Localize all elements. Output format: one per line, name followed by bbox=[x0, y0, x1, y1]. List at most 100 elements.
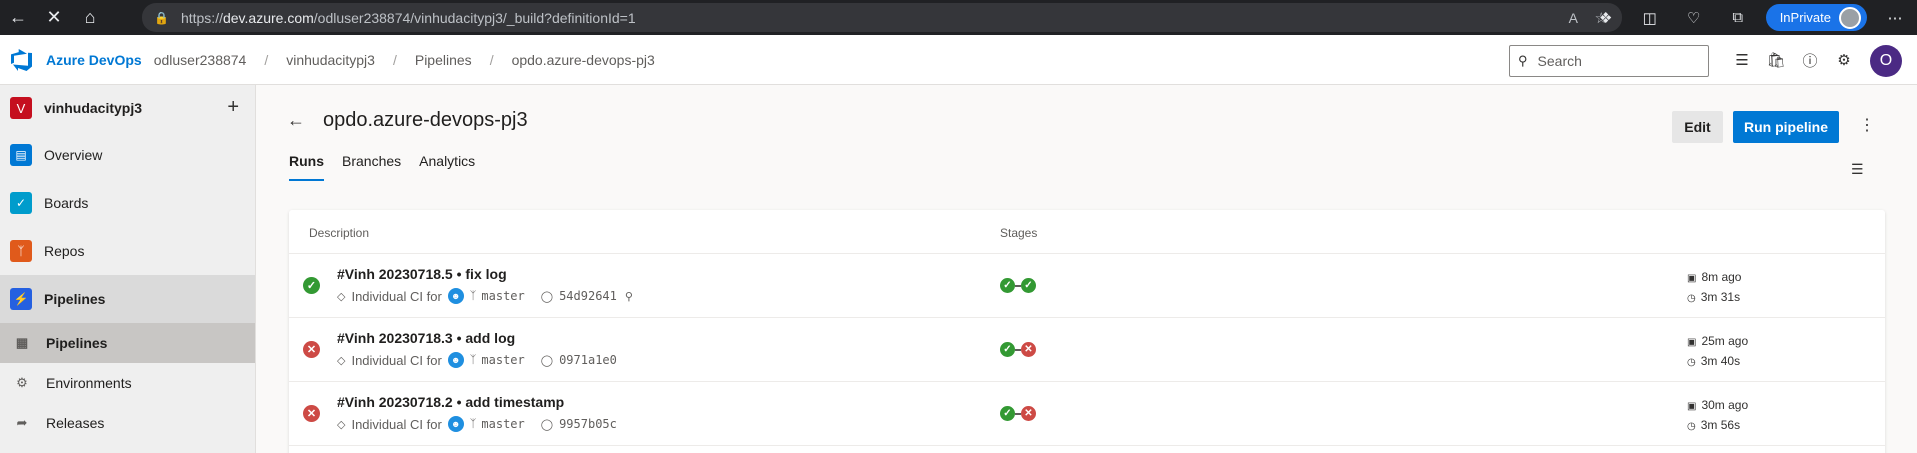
branch-icon: ᛉ bbox=[469, 290, 477, 302]
sidebar-item-repos[interactable]: ᛉ Repos bbox=[0, 227, 255, 275]
page-title: opdo.azure-devops-pj3 bbox=[323, 109, 528, 131]
stages-indicator[interactable]: ✓ ✕ bbox=[1000, 406, 1036, 421]
extensions-icon[interactable]: ❖ bbox=[1584, 0, 1628, 35]
azure-devops-logo-icon[interactable] bbox=[10, 48, 34, 72]
sidebar-item-label: Environments bbox=[46, 375, 132, 391]
lock-icon: 🔒 bbox=[154, 10, 169, 25]
filter-icon[interactable]: ☰ bbox=[1851, 161, 1864, 178]
breadcrumb-pipelines[interactable]: Pipelines bbox=[415, 52, 472, 68]
read-aloud-icon[interactable]: A bbox=[1569, 10, 1578, 26]
profile-avatar bbox=[1839, 6, 1861, 29]
environments-icon: ⚙ bbox=[16, 375, 28, 390]
calendar-icon: ▣ bbox=[1687, 401, 1697, 412]
main-content: ← opdo.azure-devops-pj3 Edit Run pipelin… bbox=[257, 85, 1917, 453]
help-icon[interactable]: ⓘ bbox=[1793, 50, 1827, 71]
sidebar-item-boards[interactable]: ✓ Boards bbox=[0, 179, 255, 227]
commit-hash[interactable]: 54d92641 bbox=[559, 289, 617, 303]
commit-hash[interactable]: 0971a1e0 bbox=[559, 353, 617, 367]
run-title[interactable]: #Vinh 20230718.3 • add log bbox=[337, 330, 515, 346]
clock-icon: ◷ bbox=[1687, 293, 1696, 304]
url-text: https://dev.azure.com/odluser238874/vinh… bbox=[180, 9, 636, 26]
top-header: Azure DevOps odluser238874 / vinhudacity… bbox=[0, 35, 1917, 85]
repos-icon: ᛉ bbox=[10, 240, 32, 262]
run-title[interactable]: #Vinh 20230718.2 • add timestamp bbox=[337, 394, 564, 410]
stage-failed-icon: ✕ bbox=[1021, 406, 1036, 421]
breadcrumb-org[interactable]: odluser238874 bbox=[154, 52, 247, 68]
work-items-icon[interactable]: ☰ bbox=[1725, 51, 1759, 69]
sidebar-subitem-environments[interactable]: ⚙ Environments bbox=[0, 363, 255, 403]
table-row[interactable]: ✓ #Vinh 20230718.5 • fix log ◇ Individua… bbox=[289, 254, 1885, 318]
calendar-icon: ▣ bbox=[1687, 273, 1697, 284]
sidebar-subitem-releases[interactable]: ➦ Releases bbox=[0, 403, 255, 443]
breadcrumb-pipeline[interactable]: opdo.azure-devops-pj3 bbox=[512, 52, 655, 68]
clock-icon: ◷ bbox=[1687, 357, 1696, 368]
trigger-icon: ◇ bbox=[337, 290, 346, 303]
trigger-icon: ◇ bbox=[337, 418, 346, 431]
sidebar-item-label: Repos bbox=[44, 243, 85, 259]
breadcrumb-project[interactable]: vinhudacitypj3 bbox=[286, 52, 375, 68]
branch-name: master bbox=[481, 289, 525, 303]
search-input[interactable]: ⚲ Search bbox=[1509, 45, 1709, 77]
pipelines-icon: ⚡ bbox=[10, 288, 32, 310]
add-icon[interactable]: + bbox=[227, 96, 239, 119]
stage-succeeded-icon: ✓ bbox=[1000, 278, 1015, 293]
run-pipeline-button[interactable]: Run pipeline bbox=[1733, 111, 1839, 143]
run-duration: 3m 56s bbox=[1700, 418, 1741, 432]
tab-branches[interactable]: Branches bbox=[342, 153, 401, 181]
sidebar-item-label: Overview bbox=[44, 147, 103, 163]
run-ago: 25m ago bbox=[1701, 334, 1749, 348]
branch-icon: ᛉ bbox=[469, 354, 477, 366]
trigger-user-avatar: ☻ bbox=[447, 352, 464, 368]
column-header-stages: Stages bbox=[1000, 226, 1038, 240]
stop-loading-icon[interactable]: ✕ bbox=[36, 0, 72, 35]
marketplace-icon[interactable]: 🛍 bbox=[1759, 51, 1793, 69]
edit-button[interactable]: Edit bbox=[1672, 111, 1723, 143]
sidebar-item-pipelines[interactable]: ⚡ Pipelines bbox=[0, 275, 255, 323]
trigger-user-avatar: ☻ bbox=[447, 288, 464, 304]
branch-icon: ᛉ bbox=[469, 418, 477, 430]
tab-analytics[interactable]: Analytics bbox=[419, 153, 475, 181]
run-times: ▣ 8m ago ◷ 3m 31s bbox=[1687, 268, 1741, 308]
stages-indicator[interactable]: ✓ ✕ bbox=[1000, 342, 1036, 357]
sidebar-subitem-pipelines[interactable]: ▦ Pipelines bbox=[0, 323, 255, 363]
commit-hash[interactable]: 9957b05c bbox=[559, 417, 617, 431]
table-row[interactable]: ✕ #Vinh 20230718.3 • add log ◇ Individua… bbox=[289, 318, 1885, 382]
stage-succeeded-icon: ✓ bbox=[1021, 278, 1036, 293]
failed-icon: ✕ bbox=[303, 341, 320, 358]
browser-essentials-icon[interactable]: ♡ bbox=[1672, 0, 1716, 35]
stages-indicator[interactable]: ✓ ✓ bbox=[1000, 278, 1036, 293]
user-avatar[interactable]: O bbox=[1870, 45, 1902, 77]
search-icon: ⚲ bbox=[1518, 53, 1528, 68]
releases-icon: ➦ bbox=[16, 415, 28, 430]
succeeded-icon: ✓ bbox=[303, 277, 320, 294]
more-actions-icon[interactable]: ⋮ bbox=[1859, 115, 1875, 135]
sidebar-item-label: Pipelines bbox=[46, 335, 108, 351]
run-duration: 3m 40s bbox=[1700, 354, 1741, 368]
project-header[interactable]: V vinhudacitypj3 + bbox=[0, 85, 255, 131]
collections-icon[interactable]: ⧉ bbox=[1716, 0, 1760, 35]
sidebar-item-label: Boards bbox=[44, 195, 89, 211]
runs-table: Description Stages ✓ #Vinh 20230718.5 • … bbox=[289, 210, 1885, 453]
sidebar-item-overview[interactable]: ▤ Overview bbox=[0, 131, 255, 179]
sidebar-item-label: Pipelines bbox=[44, 291, 106, 307]
address-bar[interactable]: 🔒 https://dev.azure.com/odluser238874/vi… bbox=[142, 3, 1622, 32]
split-screen-icon[interactable]: ◫ bbox=[1628, 0, 1672, 35]
column-header-description: Description bbox=[309, 226, 370, 240]
sidebar-item-label: Releases bbox=[46, 415, 105, 431]
tab-bar: Runs Branches Analytics bbox=[289, 153, 475, 181]
trigger-user-avatar: ☻ bbox=[447, 416, 464, 432]
tab-runs[interactable]: Runs bbox=[289, 153, 324, 181]
overview-icon: ▤ bbox=[10, 144, 32, 166]
run-times: ▣ 25m ago ◷ 3m 40s bbox=[1687, 332, 1748, 372]
user-settings-icon[interactable]: ⚙ bbox=[1827, 51, 1861, 69]
table-row[interactable]: ✕ #Vinh 20230718.2 • add timestamp ◇ Ind… bbox=[289, 382, 1885, 446]
run-title[interactable]: #Vinh 20230718.5 • fix log bbox=[337, 266, 507, 282]
back-icon[interactable]: ← bbox=[0, 0, 36, 35]
settings-more-icon[interactable]: ⋯ bbox=[1873, 0, 1917, 35]
back-arrow-icon[interactable]: ← bbox=[287, 110, 305, 131]
home-icon[interactable]: ⌂ bbox=[72, 0, 108, 35]
trigger-text: Individual CI for bbox=[351, 288, 442, 304]
inprivate-badge[interactable]: InPrivate bbox=[1765, 4, 1867, 31]
brand-link[interactable]: Azure DevOps bbox=[46, 52, 142, 68]
project-name[interactable]: vinhudacitypj3 bbox=[44, 100, 142, 116]
